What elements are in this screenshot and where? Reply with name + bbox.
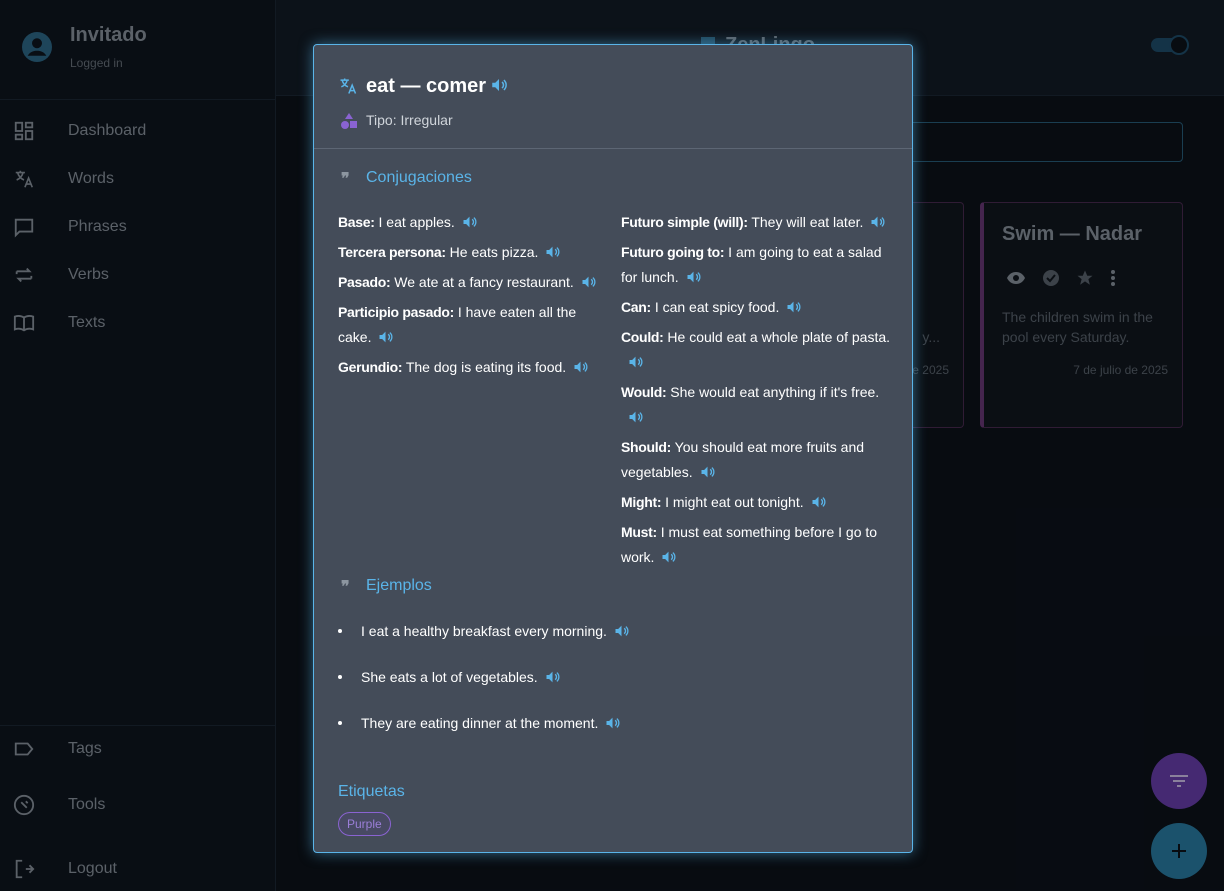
examples-title: Ejemplos [366, 577, 432, 594]
conjugation-text: I might eat out tonight. [665, 494, 804, 510]
conjugation-label: Participio pasado: [338, 304, 454, 320]
conjugation-label: Base: [338, 214, 375, 230]
tag-chip[interactable]: Purple [338, 812, 391, 836]
conjugation-item: Pasado: We ate at a fancy restaurant. [338, 270, 608, 295]
speaker-icon[interactable] [785, 299, 802, 315]
conjugation-item: Must: I must eat something before I go t… [621, 520, 891, 570]
speaker-icon[interactable] [490, 76, 508, 94]
speaker-icon[interactable] [544, 244, 561, 260]
conjugation-label: Must: [621, 524, 657, 540]
conjugations-left: Base: I eat apples. Tercera persona: He … [338, 210, 608, 385]
quote-icon: ❞ [341, 169, 350, 188]
tags-title: Etiquetas [338, 783, 405, 800]
example-text: I eat a healthy breakfast every morning. [361, 623, 607, 639]
conjugation-item: Could: He could eat a whole plate of pas… [621, 325, 891, 375]
speaker-icon[interactable] [461, 214, 478, 230]
conjugation-item: Gerundio: The dog is eating its food. [338, 355, 608, 380]
verb-detail-modal: eat — comer Tipo: Irregular ❞ Conjugacio… [313, 44, 913, 853]
conjugation-item: Might: I might eat out tonight. [621, 490, 891, 515]
conjugation-label: Futuro simple (will): [621, 214, 748, 230]
speaker-icon[interactable] [604, 715, 621, 731]
conjugation-item: Should: You should eat more fruits and v… [621, 435, 891, 485]
conjugation-item: Participio pasado: I have eaten all the … [338, 300, 608, 350]
example-item: I eat a healthy breakfast every morning. [338, 623, 630, 639]
speaker-icon[interactable] [685, 269, 702, 285]
speaker-icon[interactable] [377, 329, 394, 345]
shapes-icon [341, 113, 357, 129]
conjugation-item: Base: I eat apples. [338, 210, 608, 235]
modal-title: eat — comer [366, 75, 487, 97]
conjugation-item: Futuro going to: I am going to eat a sal… [621, 240, 891, 290]
conjugation-label: Would: [621, 384, 667, 400]
conjugation-label: Futuro going to: [621, 244, 725, 260]
conjugations-title: Conjugaciones [366, 169, 472, 186]
conjugation-item: Tercera persona: He eats pizza. [338, 240, 608, 265]
speaker-icon[interactable] [627, 354, 644, 370]
conjugation-label: Might: [621, 494, 662, 510]
example-text: She eats a lot of vegetables. [361, 669, 538, 685]
conjugation-item: Would: She would eat anything if it's fr… [621, 380, 891, 430]
conjugation-label: Tercera persona: [338, 244, 446, 260]
speaker-icon[interactable] [810, 494, 827, 510]
conjugation-text: I must eat something before I go to work… [621, 524, 878, 565]
example-item: They are eating dinner at the moment. [338, 715, 621, 731]
example-text: They are eating dinner at the moment. [361, 715, 599, 731]
conjugation-label: Could: [621, 329, 664, 345]
translate-icon [340, 78, 357, 94]
speaker-icon[interactable] [627, 409, 644, 425]
modal-header: eat — comer Tipo: Irregular [314, 45, 912, 149]
speaker-icon[interactable] [660, 549, 677, 565]
quote-icon: ❞ [341, 577, 350, 596]
conjugation-text: We ate at a fancy restaurant. [394, 274, 574, 290]
conjugations-right: Futuro simple (will): They will eat late… [621, 210, 891, 575]
conjugation-item: Can: I can eat spicy food. [621, 295, 891, 320]
conjugation-text: I eat apples. [378, 214, 455, 230]
bullet [338, 629, 342, 633]
speaker-icon[interactable] [572, 359, 589, 375]
speaker-icon[interactable] [699, 464, 716, 480]
verb-type: Tipo: Irregular [366, 112, 453, 128]
conjugation-label: Pasado: [338, 274, 391, 290]
conjugation-text: He eats pizza. [449, 244, 539, 260]
bullet [338, 721, 342, 725]
speaker-icon[interactable] [613, 623, 630, 639]
speaker-icon[interactable] [580, 274, 597, 290]
conjugation-label: Can: [621, 299, 651, 315]
speaker-icon[interactable] [869, 214, 886, 230]
conjugation-text: The dog is eating its food. [405, 359, 567, 375]
conjugation-text: He could eat a whole plate of pasta. [667, 329, 891, 345]
speaker-icon[interactable] [544, 669, 561, 685]
conjugation-text: I can eat spicy food. [654, 299, 780, 315]
conjugation-item: Futuro simple (will): They will eat late… [621, 210, 891, 235]
conjugation-label: Should: [621, 439, 671, 455]
conjugation-text: They will eat later. [751, 214, 864, 230]
example-item: She eats a lot of vegetables. [338, 669, 561, 685]
bullet [338, 675, 342, 679]
conjugation-text: She would eat anything if it's free. [670, 384, 880, 400]
conjugation-label: Gerundio: [338, 359, 403, 375]
